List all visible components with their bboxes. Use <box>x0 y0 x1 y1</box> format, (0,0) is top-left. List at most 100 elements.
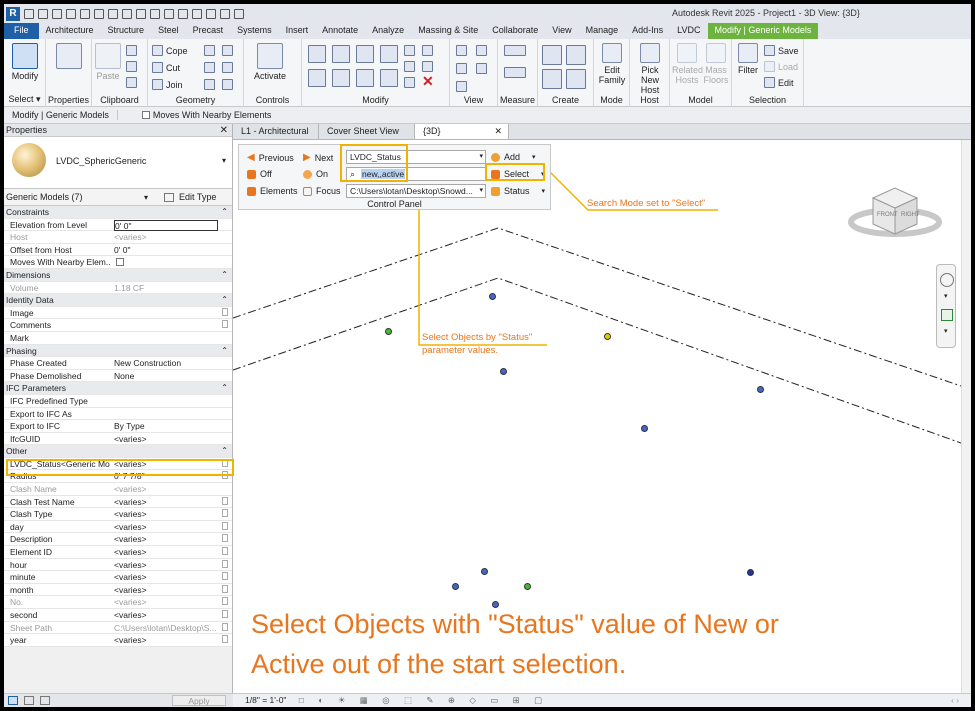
model-point[interactable] <box>385 328 392 335</box>
property-value[interactable]: <varies> <box>114 571 218 584</box>
property-row[interactable]: Volume 1.18 CF <box>4 281 232 295</box>
property-value[interactable]: <varies> <box>114 559 218 572</box>
view-scale[interactable]: 1/8" = 1'-0" <box>245 695 286 705</box>
pick-new-host-button[interactable]: Pick New Host <box>632 43 668 95</box>
focus-button[interactable]: Focus <box>303 186 341 196</box>
property-category[interactable]: Identity Data ⌃ <box>4 294 232 307</box>
open-icon[interactable] <box>38 8 48 19</box>
zoom-icon[interactable] <box>941 309 953 321</box>
previous-button[interactable]: ◀ Previous <box>247 152 294 163</box>
off-button[interactable]: Off <box>247 169 272 179</box>
load-selection-button[interactable]: Load <box>764 61 798 72</box>
path-dropdown[interactable]: C:\Users\lotan\Desktop\Snowd... ▾ <box>346 184 486 198</box>
app-logo[interactable]: R <box>6 6 20 21</box>
property-value[interactable]: 0' 0" <box>114 219 218 231</box>
property-value[interactable]: C:\Users\lotan\Desktop\S... <box>114 622 218 635</box>
model-point[interactable] <box>500 368 507 375</box>
group-label-select[interactable]: Select ▾ <box>4 94 45 105</box>
model-point[interactable] <box>481 568 488 575</box>
properties-button[interactable] <box>54 43 84 71</box>
split-icon[interactable] <box>404 45 415 56</box>
edit-type-button[interactable]: Edit Type <box>179 189 216 206</box>
collapse-icon[interactable]: ⌃ <box>221 269 228 282</box>
switch-windows-icon[interactable] <box>234 8 244 19</box>
property-row[interactable]: Element ID <varies> <box>4 546 232 559</box>
delete-icon[interactable]: ✕ <box>422 73 434 90</box>
edit-value-icon[interactable] <box>222 597 228 606</box>
paste-button[interactable]: Paste <box>94 43 122 81</box>
tab-architecture[interactable]: Architecture <box>39 23 101 39</box>
edit-value-icon[interactable] <box>222 572 228 581</box>
moves-with-nearby-checkbox[interactable] <box>116 258 124 267</box>
edit-selection-button[interactable]: Edit <box>764 77 794 88</box>
array-icon[interactable] <box>404 61 415 72</box>
property-value[interactable]: <varies> <box>114 546 218 559</box>
model-point[interactable] <box>604 333 611 340</box>
trim-icon[interactable] <box>380 69 398 87</box>
related-hosts-button[interactable]: Related Hosts <box>672 43 703 85</box>
redo-icon[interactable] <box>94 8 104 19</box>
model-point[interactable] <box>641 425 648 432</box>
tab-file[interactable]: File <box>4 23 39 39</box>
pin-icon[interactable] <box>422 45 433 56</box>
alpha-sort-icon[interactable] <box>24 696 34 705</box>
tab-lvdc[interactable]: LVDC <box>670 23 707 39</box>
view-control-icons[interactable]: □ ◐ ☀ ▦ ◎ ⬚ ✎ ⊕ ◇ ▭ ⊞ ▢ <box>299 695 548 705</box>
save-icon[interactable] <box>52 8 62 19</box>
edit-value-icon[interactable] <box>222 496 228 505</box>
property-row[interactable]: year <varies> <box>4 634 232 647</box>
text-icon[interactable] <box>164 8 174 19</box>
thin-lines-icon[interactable] <box>206 8 216 19</box>
property-value[interactable]: 0' 0" <box>114 244 218 257</box>
property-row[interactable]: Phase Created New Construction <box>4 357 232 370</box>
property-row[interactable]: Elevation from Level 0' 0" <box>4 218 232 232</box>
edit-value-icon[interactable] <box>222 622 228 631</box>
property-category[interactable]: Constraints ⌃ <box>4 206 232 219</box>
view-tool-icon[interactable] <box>476 63 487 74</box>
model-point[interactable] <box>747 569 754 576</box>
property-value[interactable]: <varies> <box>114 433 218 446</box>
steering-wheel-icon[interactable] <box>940 273 954 287</box>
property-row[interactable]: minute <varies> <box>4 571 232 584</box>
property-value[interactable]: <varies> <box>114 609 218 622</box>
collapse-icon[interactable]: ⌃ <box>221 206 228 219</box>
tab-cover-sheet-view[interactable]: Cover Sheet View <box>319 124 415 139</box>
tab-view[interactable]: View <box>545 23 578 39</box>
tab-add-ins[interactable]: Add-Ins <box>625 23 670 39</box>
join-button[interactable]: Join <box>152 79 183 90</box>
status-button[interactable]: Status ▾ <box>491 186 545 196</box>
property-row[interactable]: Phase Demolished None <box>4 369 232 383</box>
type-selector[interactable]: LVDC_SphericGeneric ▾ <box>4 137 232 189</box>
collapse-icon[interactable]: ⌃ <box>221 445 228 458</box>
view-cube[interactable]: FRONT RIGHT <box>845 180 945 250</box>
tab-manage[interactable]: Manage <box>579 23 626 39</box>
collapse-icon[interactable]: ⌃ <box>221 345 228 358</box>
property-value[interactable]: 1.18 CF <box>114 282 218 295</box>
sort-icon[interactable] <box>8 696 18 705</box>
property-row[interactable]: Host <varies> <box>4 231 232 244</box>
copy-modify-icon[interactable] <box>332 69 350 87</box>
view-tool-icon[interactable] <box>456 45 467 56</box>
vertical-scrollbar[interactable] <box>961 140 971 693</box>
geometry-tool-icon[interactable] <box>204 79 215 90</box>
align-icon[interactable] <box>308 45 326 63</box>
property-value[interactable]: <varies> <box>114 634 218 647</box>
modify-button[interactable]: Modify <box>8 43 42 81</box>
undo-icon[interactable] <box>80 8 90 19</box>
tab-insert[interactable]: Insert <box>279 23 316 39</box>
property-row[interactable]: IFC Predefined Type <box>4 394 232 408</box>
edit-value-icon[interactable] <box>222 509 228 518</box>
on-button[interactable]: On <box>303 169 328 179</box>
property-row[interactable]: Offset from Host 0' 0" <box>4 243 232 257</box>
model-point[interactable] <box>524 583 531 590</box>
3d-view-icon[interactable] <box>178 8 188 19</box>
offset-icon[interactable] <box>332 45 350 63</box>
property-value[interactable]: <varies> <box>114 584 218 597</box>
tab-massing-site[interactable]: Massing & Site <box>411 23 485 39</box>
geometry-tool-icon[interactable] <box>222 79 233 90</box>
property-row[interactable]: IfcGUID <varies> <box>4 432 232 446</box>
chevron-down-icon[interactable]: ▾ <box>944 327 948 335</box>
tab-steel[interactable]: Steel <box>151 23 186 39</box>
close-icon[interactable]: ✕ <box>220 124 228 137</box>
property-row[interactable]: Description <varies> <box>4 533 232 547</box>
